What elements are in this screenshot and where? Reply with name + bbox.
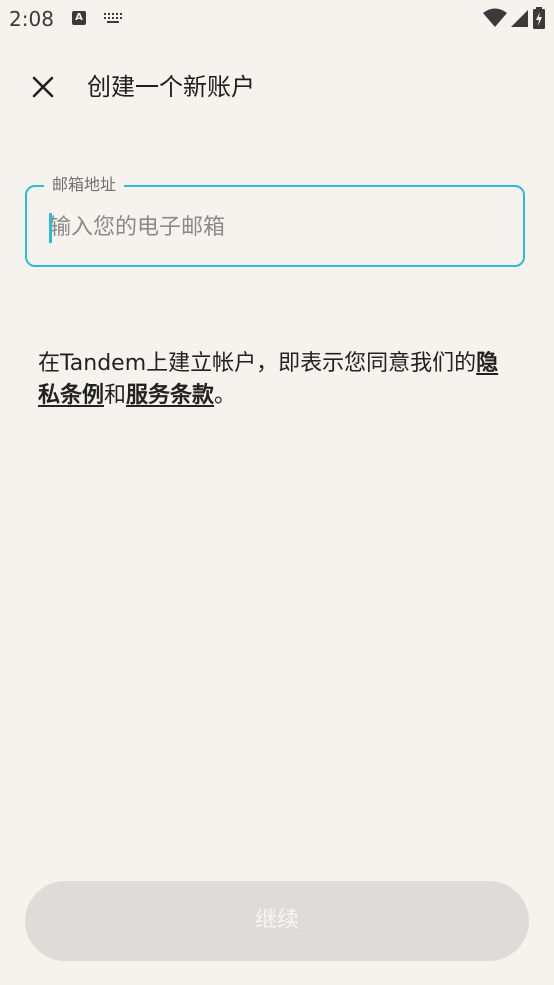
email-field[interactable]: 邮箱地址 [25, 174, 525, 267]
wifi-icon [483, 8, 507, 27]
close-button[interactable] [22, 66, 64, 108]
text-caret [49, 213, 52, 243]
status-bar: 2:08 A [0, 0, 554, 38]
continue-button[interactable]: 继续 [25, 881, 529, 961]
email-field-label: 邮箱地址 [44, 174, 125, 196]
battery-icon [533, 7, 545, 29]
a-icon: A [72, 11, 86, 25]
terms-of-service-link[interactable]: 服务条款 [126, 383, 214, 408]
page-title: 创建一个新账户 [87, 73, 255, 101]
terms-text: 在Tandem上建立帐户，即表示您同意我们的隐私条例和服务条款。 [38, 348, 518, 412]
status-time: 2:08 [9, 7, 54, 31]
terms-prefix: 在Tandem上建立帐户，即表示您同意我们的 [38, 351, 477, 376]
app-bar: 创建一个新账户 [0, 56, 554, 118]
close-icon [32, 76, 54, 98]
keyboard-icon [104, 13, 122, 23]
screen: 2:08 A 创建一个新账户 邮箱地址 输入您的电子邮箱 在Tandem上建立帐… [0, 0, 554, 985]
status-right-icons [483, 7, 545, 29]
terms-suffix: 。 [214, 383, 237, 408]
terms-connector: 和 [104, 383, 127, 408]
signal-icon [511, 10, 528, 27]
email-input[interactable] [49, 209, 505, 245]
